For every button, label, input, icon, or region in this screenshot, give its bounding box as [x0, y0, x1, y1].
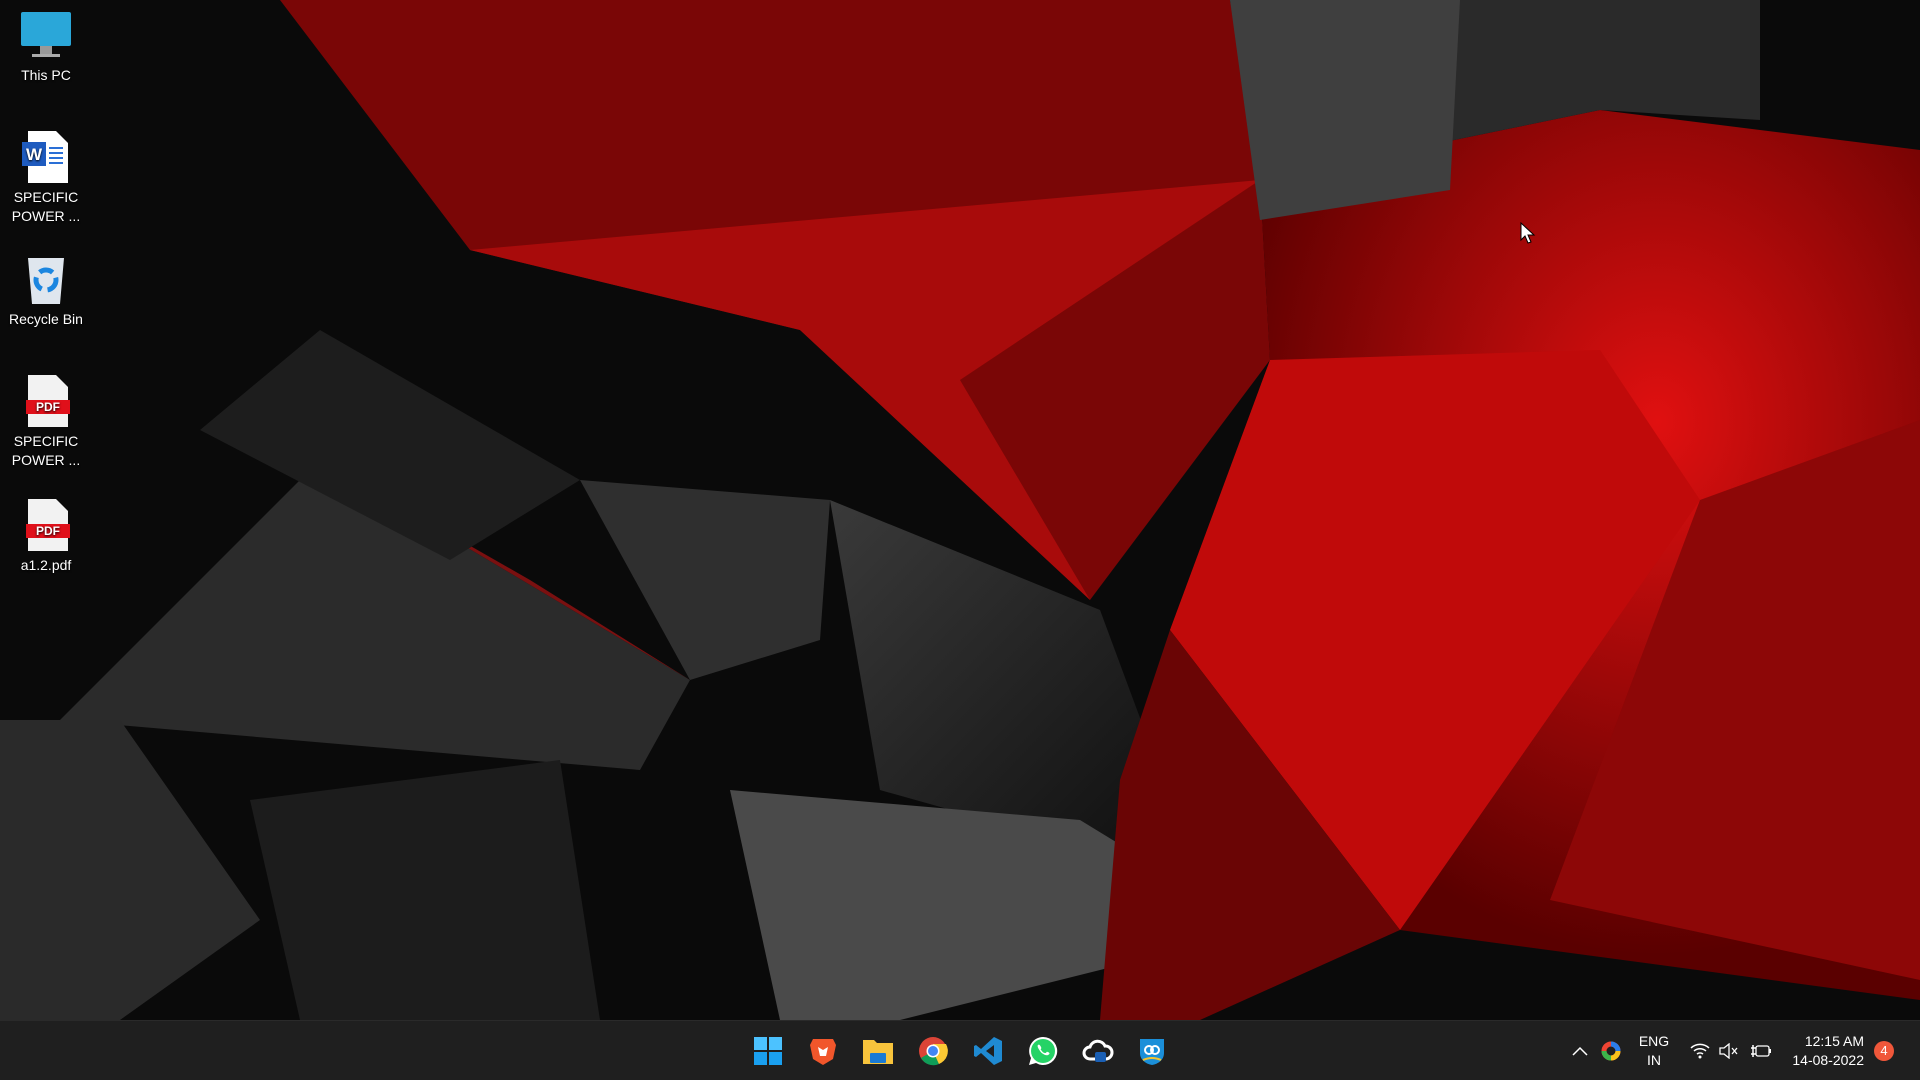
network-button[interactable] [1688, 1039, 1712, 1063]
pdf-document-icon: PDF [26, 375, 70, 427]
desktop-icon-label: a1.2.pdf [20, 557, 72, 573]
desktop-icon-label: SPECIFIC POWER ... [11, 433, 81, 468]
region-code: IN [1647, 1052, 1661, 1068]
battery-button[interactable] [1749, 1039, 1773, 1063]
desktop-icon-word-doc[interactable]: W SPECIFIC POWER ... [0, 130, 92, 226]
taskbar-whatsapp[interactable] [1023, 1031, 1063, 1071]
chrome-icon [919, 1037, 948, 1066]
wifi-icon [1690, 1043, 1710, 1059]
cloud-shell-icon [1082, 1039, 1114, 1062]
pdf-badge: PDF [36, 524, 60, 538]
volume-button[interactable] [1717, 1039, 1741, 1063]
desktop-icon-pdf-doc[interactable]: PDF SPECIFIC POWER ... [0, 374, 92, 470]
desktop-wallpaper [0, 0, 1920, 1020]
monitor-icon [21, 12, 71, 57]
svg-text:W: W [26, 145, 43, 164]
chevron-up-icon [1572, 1046, 1588, 1056]
desktop-icon-label: This PC [21, 67, 71, 83]
time: 12:15 AM [1804, 1033, 1864, 1049]
desktop-icon-a1-pdf[interactable]: PDF a1.2.pdf [0, 498, 92, 575]
battery-charging-icon [1751, 1045, 1771, 1057]
taskbar-file-explorer[interactable] [858, 1031, 898, 1071]
brave-icon [810, 1039, 836, 1065]
colorful-ring-icon [1601, 1041, 1621, 1061]
language-code: ENG [1638, 1033, 1670, 1049]
clock[interactable]: 12:15 AM 14-08-2022 [1784, 1032, 1864, 1070]
show-hidden-icons-button[interactable] [1568, 1039, 1592, 1063]
desktop-icon-this-pc[interactable]: This PC [0, 10, 92, 85]
mouse-cursor-icon [1520, 222, 1536, 244]
taskbar-vscode[interactable] [968, 1031, 1008, 1071]
taskbar-vpn[interactable] [1132, 1031, 1172, 1071]
vpn-shield-icon [1140, 1039, 1164, 1065]
desktop-icon-label: SPECIFIC POWER ... [11, 189, 81, 224]
taskbar-brave[interactable] [803, 1031, 843, 1071]
start-button[interactable] [748, 1031, 788, 1071]
start-icon [754, 1037, 782, 1065]
word-document-icon: W [22, 131, 68, 183]
language-indicator[interactable]: ENG IN [1636, 1032, 1672, 1070]
vscode-icon [974, 1037, 1002, 1065]
volume-muted-icon [1719, 1043, 1738, 1059]
desktop-icon-recycle-bin[interactable]: Recycle Bin [0, 252, 92, 329]
taskbar-cloud-shell[interactable] [1078, 1031, 1118, 1071]
date: 14-08-2022 [1792, 1052, 1864, 1068]
pdf-document-icon: PDF [26, 499, 70, 551]
taskbar-chrome[interactable] [913, 1031, 953, 1071]
notification-badge[interactable]: 4 [1874, 1041, 1894, 1061]
tray-app-button[interactable] [1599, 1039, 1623, 1063]
desktop-icon-label: Recycle Bin [9, 311, 83, 327]
recycle-bin-icon [28, 258, 64, 304]
pdf-badge: PDF [36, 400, 60, 414]
taskbar: ENG IN 12:15 AM 14-08-2022 4 [0, 1020, 1920, 1080]
file-explorer-icon [863, 1040, 893, 1064]
whatsapp-icon [1029, 1036, 1058, 1065]
